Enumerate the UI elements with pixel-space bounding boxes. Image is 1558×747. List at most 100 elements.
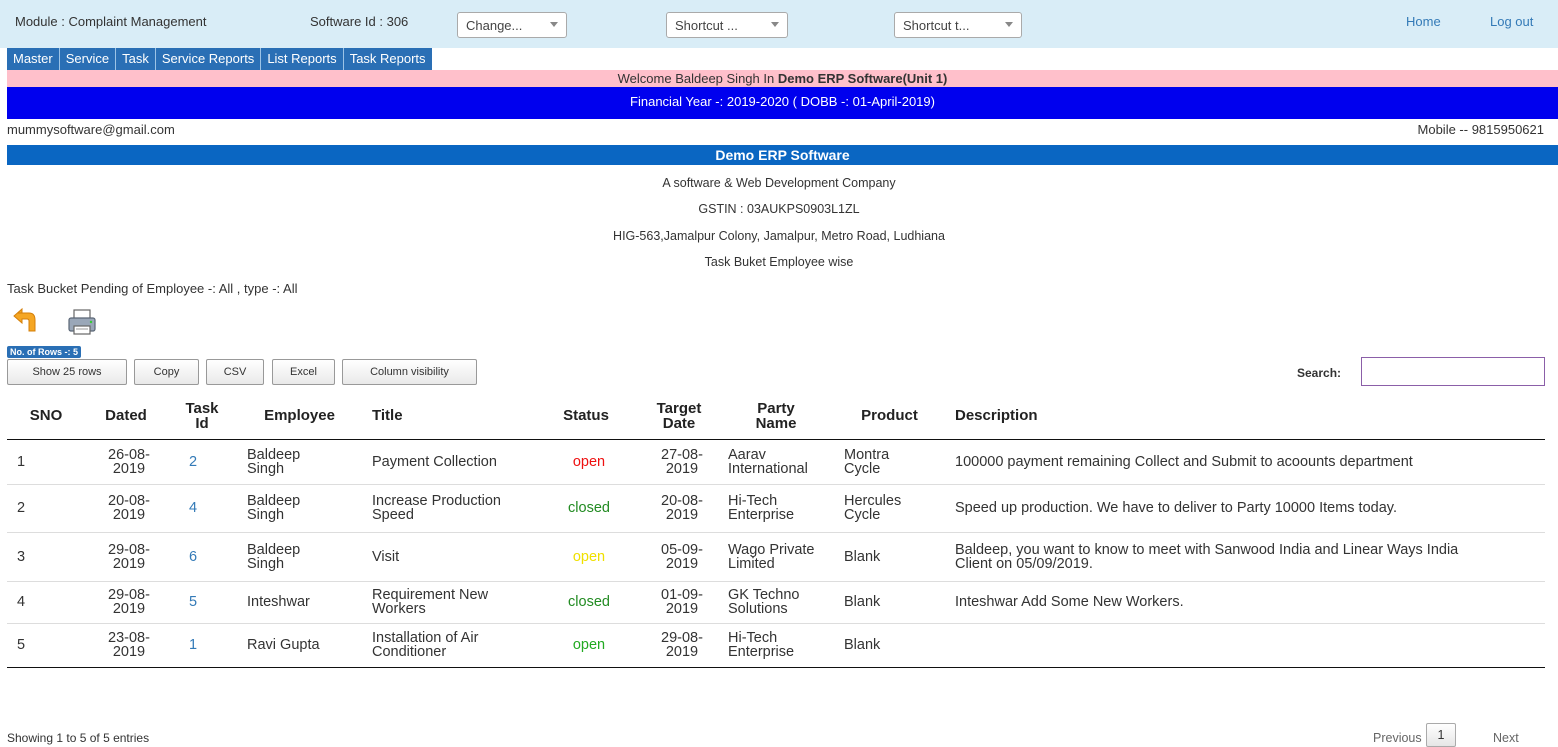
shortcut-select-1[interactable]: Shortcut ... xyxy=(666,12,788,38)
financial-year-banner: Financial Year -: 2019-2020 ( DOBB -: 01… xyxy=(7,87,1558,119)
cell-party-name-text: Hi-Tech Enterprise xyxy=(728,630,795,660)
col-dated[interactable]: Dated xyxy=(85,393,167,440)
printer-icon[interactable] xyxy=(64,305,98,339)
menu-task-reports[interactable]: Task Reports xyxy=(343,48,432,70)
cell-description-text: Baldeep, you want to know to meet with S… xyxy=(955,541,1459,572)
col-target-date-label: Target Date xyxy=(656,399,702,432)
cell-task-id-text[interactable]: 4 xyxy=(189,500,197,516)
cell-description: Inteshwar Add Some New Workers. xyxy=(945,581,1545,624)
cell-target-date-text: 20-08-2019 xyxy=(661,493,703,523)
top-bar: Module : Complaint Management Software I… xyxy=(0,0,1558,48)
cell-title: Payment Collection xyxy=(362,439,532,485)
col-title[interactable]: Title xyxy=(362,393,532,440)
cell-party-name: Hi-Tech Enterprise xyxy=(718,623,834,668)
col-product[interactable]: Product xyxy=(834,393,945,440)
cell-status-text: closed xyxy=(568,594,610,610)
cell-product-text: Hercules Cycle xyxy=(844,493,902,523)
menu-task[interactable]: Task xyxy=(116,48,156,70)
cell-description: Speed up production. We have to deliver … xyxy=(945,484,1545,533)
cell-party-name-text: GK Techno Solutions xyxy=(728,587,800,617)
cell-description xyxy=(945,623,1545,668)
chevron-down-icon xyxy=(550,22,558,27)
search-input[interactable] xyxy=(1361,357,1545,386)
change-select[interactable]: Change... xyxy=(457,12,567,38)
shortcut-select-2-value: Shortcut t... xyxy=(903,18,970,33)
col-party-name[interactable]: Party Name xyxy=(718,393,834,440)
shortcut-select-2[interactable]: Shortcut t... xyxy=(894,12,1022,38)
search-label: Search: xyxy=(1297,366,1342,380)
table-row: 3 29-08-2019 6 Baldeep Singh Visit open 05-09-… xyxy=(7,532,1545,582)
cell-task-id: 1 xyxy=(167,623,237,668)
cell-title-text: Payment Collection xyxy=(372,453,497,470)
cell-target-date: 05-09-2019 xyxy=(640,532,718,582)
cell-dated-text: 29-08-2019 xyxy=(108,541,150,572)
cell-party-name-text: Wago Private Limited xyxy=(728,541,815,572)
cell-status-text: open xyxy=(572,453,606,470)
col-status[interactable]: Status xyxy=(532,393,640,440)
excel-button[interactable]: Excel xyxy=(272,359,335,385)
menu-service-reports[interactable]: Service Reports xyxy=(155,48,262,70)
cell-product: Blank xyxy=(834,532,945,582)
cell-sno-text: 3 xyxy=(17,548,26,565)
cell-party-name: Aarav International xyxy=(718,439,834,485)
cell-dated-text: 20-08-2019 xyxy=(108,493,150,523)
report-title: Task Buket Employee wise xyxy=(704,255,854,269)
welcome-text: Welcome Baldeep Singh In xyxy=(617,71,778,86)
csv-button[interactable]: CSV xyxy=(206,359,264,385)
cell-description: 100000 payment remaining Collect and Sub… xyxy=(945,439,1545,485)
rows-count-badge: No. of Rows -: 5 xyxy=(7,346,81,358)
home-link[interactable]: Home xyxy=(1406,14,1441,29)
cell-target-date-text: 27-08-2019 xyxy=(661,446,703,477)
cell-product: Blank xyxy=(834,623,945,668)
cell-employee: Baldeep Singh xyxy=(237,484,362,533)
cell-party-name-text: Hi-Tech Enterprise xyxy=(728,493,795,523)
col-employee[interactable]: Employee xyxy=(237,393,362,440)
show-rows-button[interactable]: Show 25 rows xyxy=(7,359,127,385)
logout-link[interactable]: Log out xyxy=(1490,14,1533,29)
menu-service[interactable]: Service xyxy=(59,48,117,70)
cell-status: closed xyxy=(532,484,640,533)
chevron-down-icon xyxy=(771,22,779,27)
entries-info: Showing 1 to 5 of 5 entries xyxy=(7,731,150,745)
cell-employee: Baldeep Singh xyxy=(237,532,362,582)
col-target-date[interactable]: Target Date xyxy=(640,393,718,440)
pagination-next[interactable]: Next xyxy=(1493,731,1519,745)
col-task-id[interactable]: Task Id xyxy=(167,393,237,440)
cell-title: Increase Production Speed xyxy=(362,484,532,533)
col-sno[interactable]: SNO xyxy=(7,393,85,440)
cell-dated: 20-08-2019 xyxy=(85,484,167,533)
company-name: Demo ERP Software xyxy=(7,145,1558,165)
company-gstin: GSTIN : 03AUKPS0903L1ZL xyxy=(698,202,860,216)
cell-task-id-text[interactable]: 6 xyxy=(189,549,197,565)
cell-target-date-text: 01-09-2019 xyxy=(661,587,703,617)
cell-status: open xyxy=(532,532,640,582)
task-table: SNO Dated Task Id Employee Title Status … xyxy=(7,393,1545,668)
welcome-banner: Welcome Baldeep Singh In Demo ERP Softwa… xyxy=(7,70,1558,87)
cell-dated: 29-08-2019 xyxy=(85,581,167,624)
col-description[interactable]: Description xyxy=(945,393,1545,440)
cell-task-id-text[interactable]: 1 xyxy=(189,637,197,653)
email-text: mummysoftware@gmail.com xyxy=(7,122,175,137)
cell-title-text: Increase Production Speed xyxy=(372,493,501,523)
menu-list-reports[interactable]: List Reports xyxy=(261,48,344,70)
cell-party-name: Hi-Tech Enterprise xyxy=(718,484,834,533)
copy-button[interactable]: Copy xyxy=(134,359,199,385)
cell-sno-text: 5 xyxy=(17,637,26,653)
pagination-previous[interactable]: Previous xyxy=(1373,731,1422,745)
module-label: Module : Complaint Management xyxy=(15,14,207,29)
back-arrow-icon[interactable] xyxy=(7,305,41,339)
menu-master[interactable]: Master xyxy=(7,48,60,70)
column-visibility-button[interactable]: Column visibility xyxy=(342,359,477,385)
col-task-id-label: Task Id xyxy=(185,399,219,432)
mobile-text: Mobile -- 9815950621 xyxy=(1417,122,1544,137)
cell-title-text: Requirement New Workers xyxy=(372,587,489,617)
cell-product: Blank xyxy=(834,581,945,624)
cell-description: Baldeep, you want to know to meet with S… xyxy=(945,532,1545,582)
change-select-value: Change... xyxy=(466,18,523,33)
cell-task-id-text[interactable]: 2 xyxy=(189,454,197,470)
cell-product-text: Blank xyxy=(844,637,881,653)
pagination-page-1[interactable]: 1 xyxy=(1426,723,1456,747)
cell-product-text: Montra Cycle xyxy=(844,446,890,477)
cell-status-text: open xyxy=(572,548,606,565)
cell-task-id-text[interactable]: 5 xyxy=(189,594,197,610)
